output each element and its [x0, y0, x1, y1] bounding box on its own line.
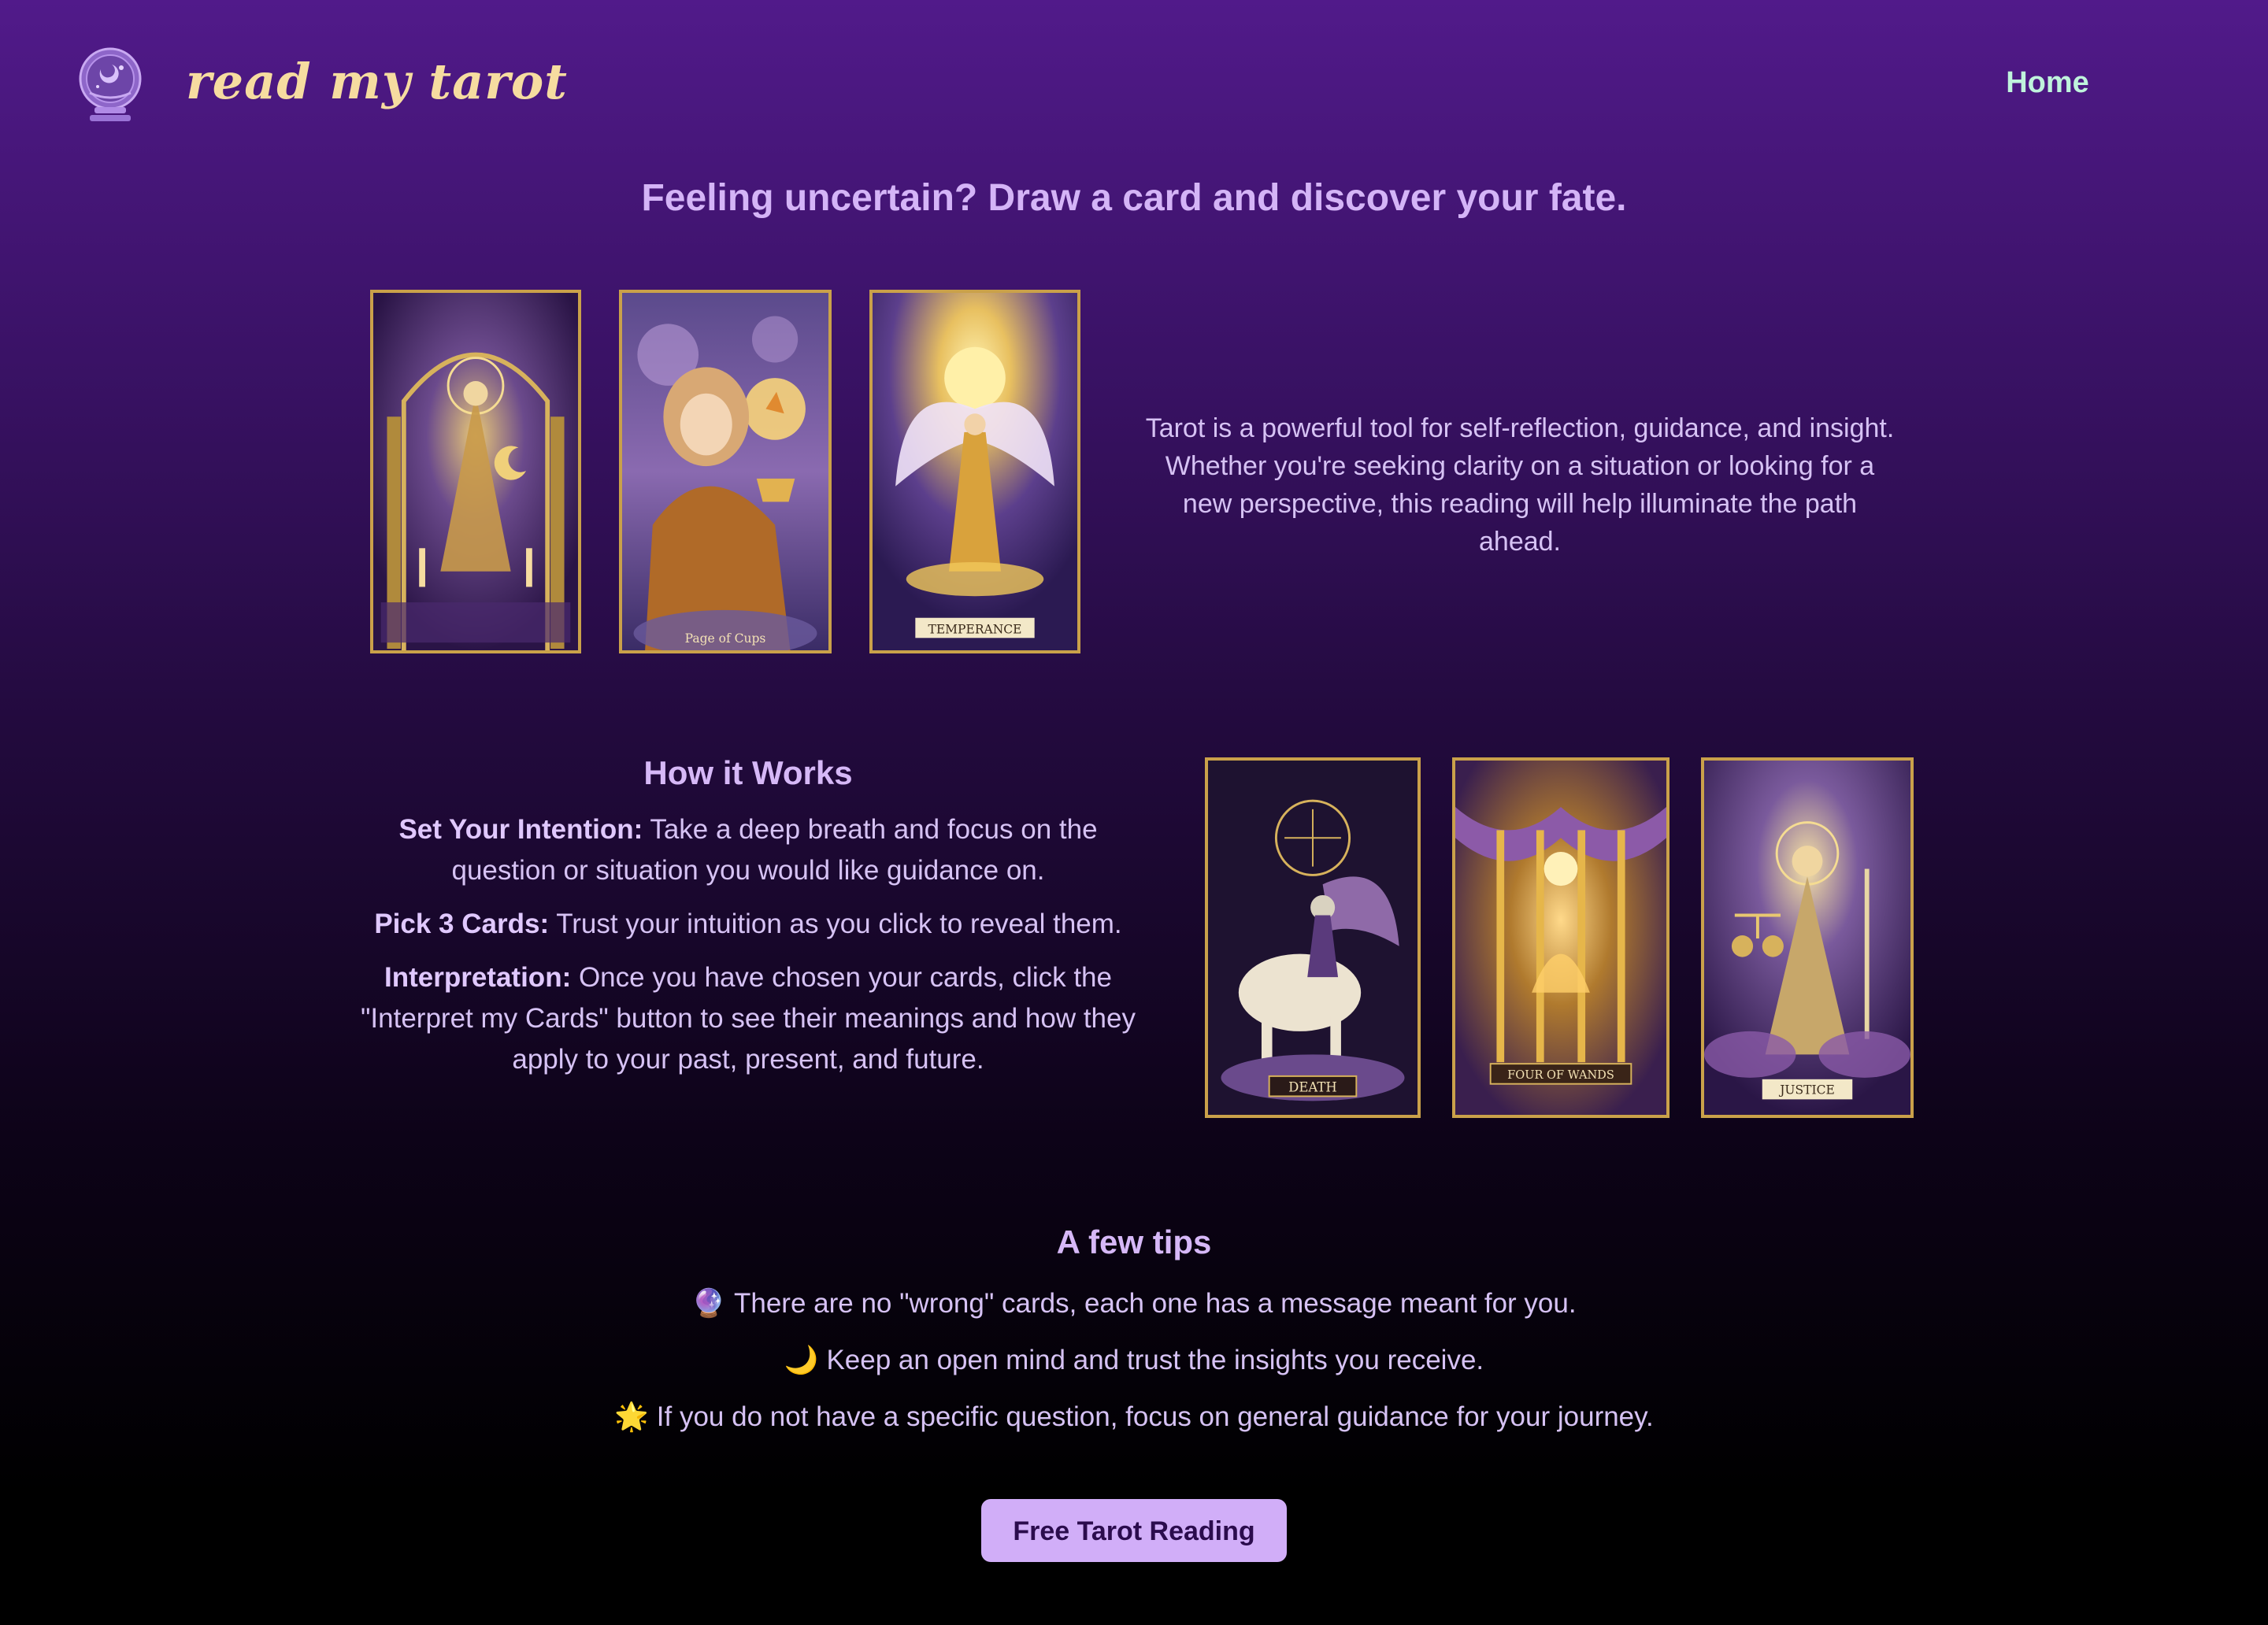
- death-card: DEATH: [1205, 757, 1421, 1118]
- crescent-moon-icon: 🌙: [784, 1345, 819, 1375]
- how-it-works-steps: Set Your Intention: Take a deep breath a…: [354, 809, 1142, 1093]
- step-label: Pick 3 Cards:: [374, 909, 550, 939]
- step-interpretation: Interpretation: Once you have chosen you…: [354, 957, 1142, 1080]
- card-label: Page of Cups: [685, 631, 766, 646]
- step-set-intention: Set Your Intention: Take a deep breath a…: [354, 809, 1142, 891]
- intro-text: Tarot is a powerful tool for self-reflec…: [1145, 413, 1895, 557]
- crystal-ball-icon: 🔮: [691, 1288, 726, 1319]
- tip-item: 🌟 If you do not have a specific question,…: [0, 1397, 2268, 1438]
- nav-home-link[interactable]: Home: [1984, 58, 2110, 107]
- glowing-star-icon: 🌟: [614, 1401, 649, 1432]
- tip-text: There are no "wrong" cards, each one has…: [733, 1288, 1577, 1319]
- card-label: DEATH: [1288, 1079, 1337, 1094]
- page-of-cups-card: Page of Cups: [619, 290, 832, 653]
- crystal-ball-icon[interactable]: [66, 41, 154, 129]
- step-pick-cards: Pick 3 Cards: Trust your intuition as yo…: [354, 904, 1142, 945]
- brand-title: read my tarot: [186, 53, 568, 110]
- step-text: Trust your intuition as you click to rev…: [549, 909, 1122, 939]
- tips-title: A few tips: [1056, 1223, 1212, 1260]
- four-of-wands-card: FOUR OF WANDS: [1452, 757, 1670, 1118]
- how-it-works-title: How it Works: [643, 754, 853, 791]
- hero-tagline: Feeling uncertain? Draw a card and disco…: [641, 177, 1627, 219]
- temperance-card: TEMPERANCE: [869, 290, 1080, 653]
- tip-text: Keep an open mind and trust the insights…: [826, 1345, 1484, 1375]
- card-label: FOUR OF WANDS: [1507, 1068, 1614, 1082]
- card-label: TEMPERANCE: [928, 622, 1022, 636]
- free-tarot-reading-button[interactable]: Free Tarot Reading: [981, 1499, 1287, 1562]
- card-label: JUSTICE: [1778, 1083, 1835, 1097]
- tip-item: 🌙 Keep an open mind and trust the insight…: [0, 1340, 2268, 1381]
- step-label: Interpretation:: [384, 962, 572, 993]
- step-label: Set Your Intention:: [398, 814, 643, 845]
- justice-card: JUSTICE: [1701, 757, 1914, 1118]
- tip-text: If you do not have a specific question, …: [656, 1401, 1654, 1432]
- high-priestess-card: [370, 290, 581, 653]
- tip-item: 🔮 There are no "wrong" cards, each one ha…: [0, 1283, 2268, 1324]
